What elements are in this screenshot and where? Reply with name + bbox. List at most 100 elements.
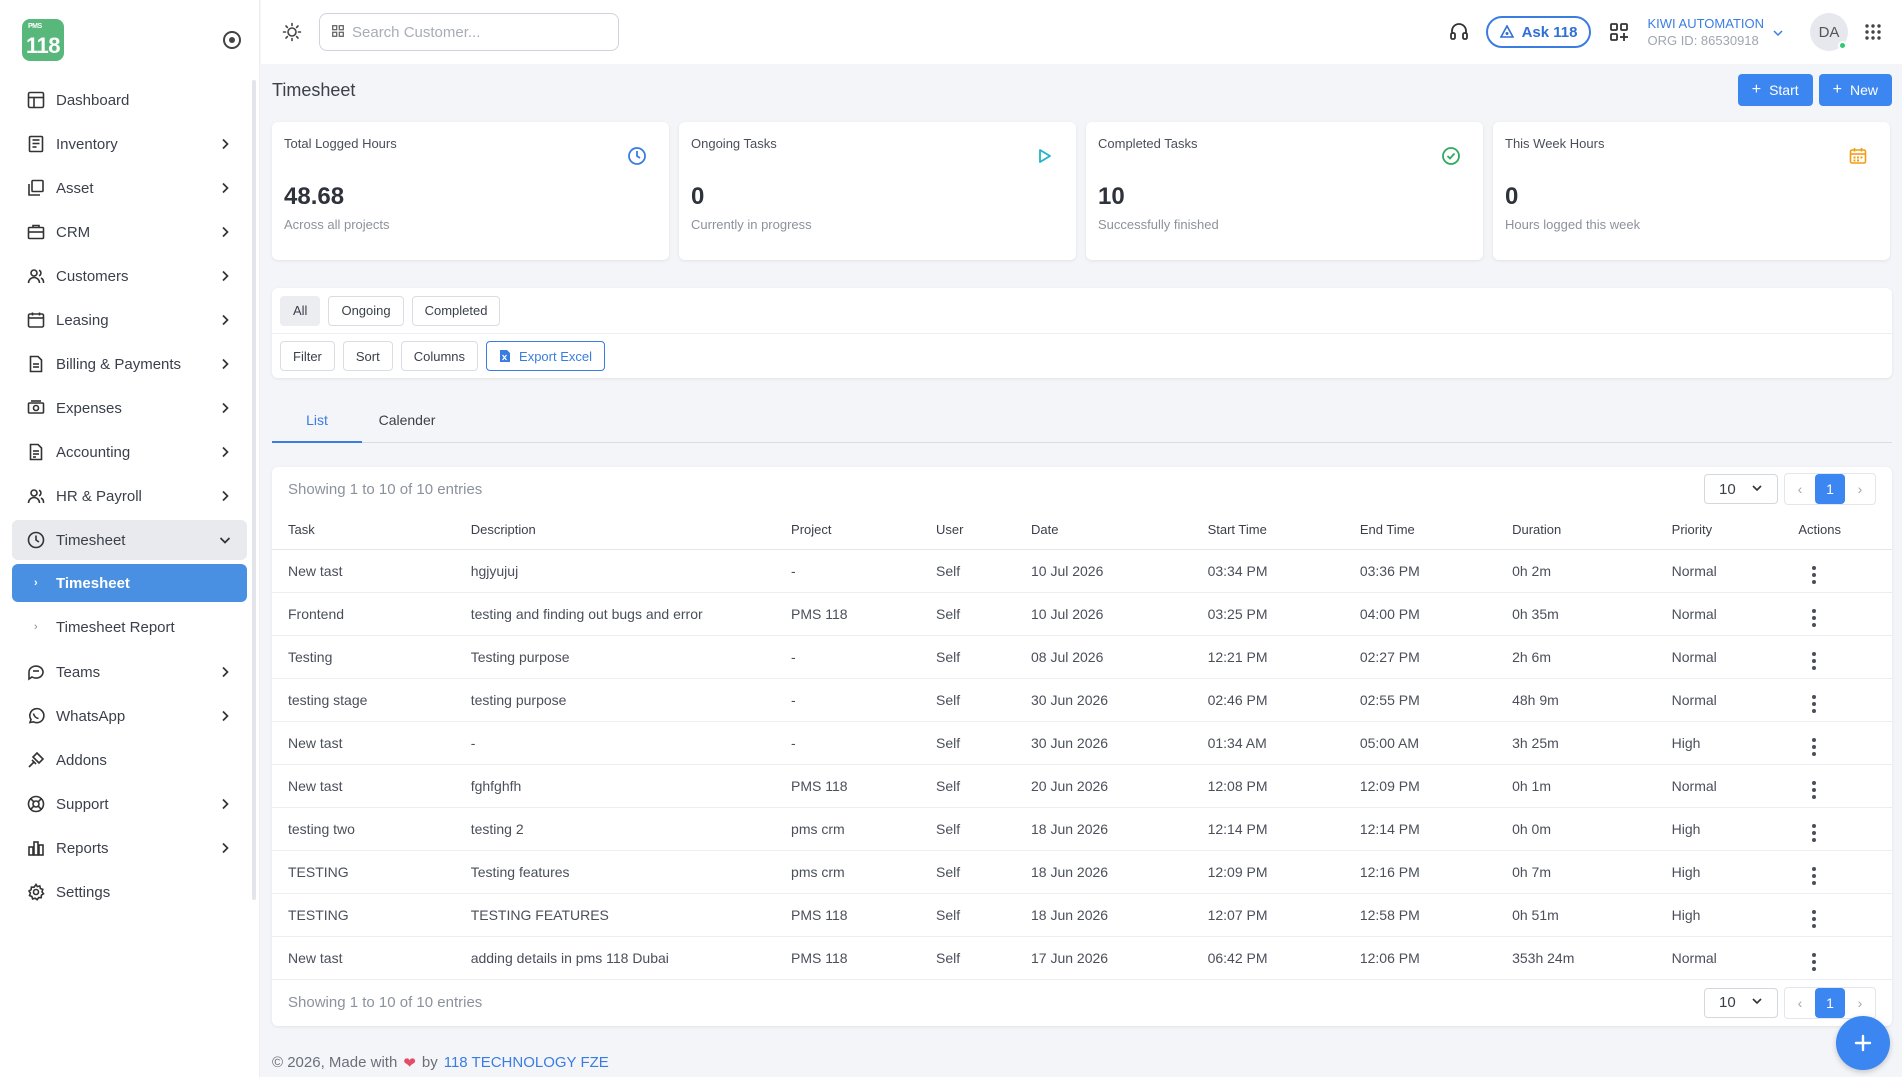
teams-icon	[26, 662, 46, 682]
table-row[interactable]: TESTING Testing features pms crm Self 18 Jun…	[272, 850, 1892, 894]
export-excel-button[interactable]: Export Excel	[486, 341, 606, 371]
cell-priority: Normal	[1655, 549, 1783, 593]
sidebar-item-billing-and-payments[interactable]: Billing & Payments	[12, 344, 247, 384]
sidebar-item-inventory[interactable]: Inventory	[12, 124, 247, 164]
more-actions-icon[interactable]	[1812, 781, 1817, 799]
filter-chip-completed[interactable]: Completed	[411, 295, 501, 326]
more-actions-icon[interactable]	[1812, 953, 1817, 971]
sidebar-scrollbar[interactable]	[252, 80, 256, 900]
tab-list[interactable]: List	[272, 406, 362, 443]
table-row[interactable]: Testing Testing purpose - Self 08 Jul 2026 12…	[272, 635, 1892, 679]
search-box[interactable]	[319, 13, 619, 51]
apps-grid-icon[interactable]	[1864, 23, 1882, 41]
new-button[interactable]: + New	[1818, 74, 1892, 106]
sidebar-item-leasing[interactable]: Leasing	[12, 300, 247, 340]
column-header-description[interactable]: Description	[454, 511, 776, 550]
column-header-user[interactable]: User	[919, 511, 1015, 550]
chevron-right-icon	[217, 268, 233, 284]
sidebar-subitem-timesheet-report[interactable]: › Timesheet Report	[12, 608, 247, 646]
prev-page-icon[interactable]: ‹	[1785, 988, 1815, 1018]
org-switcher[interactable]: KIWI AUTOMATION ORG ID: 86530918	[1647, 16, 1764, 48]
column-header-start-time[interactable]: Start Time	[1191, 511, 1344, 550]
columns-button[interactable]: Columns	[400, 341, 479, 371]
sidebar-item-accounting[interactable]: Accounting	[12, 432, 247, 472]
floating-add-button[interactable]	[1836, 1016, 1890, 1070]
more-actions-icon[interactable]	[1812, 824, 1817, 842]
sidebar-item-settings[interactable]: Settings	[12, 872, 247, 912]
sort-button[interactable]: Sort	[342, 341, 393, 371]
more-actions-icon[interactable]	[1812, 566, 1817, 584]
sidebar-item-customers[interactable]: Customers	[12, 256, 247, 296]
filter-chip-ongoing[interactable]: Ongoing	[328, 295, 404, 326]
table-row[interactable]: testing stage testing purpose - Self 30 Jun …	[272, 678, 1892, 722]
more-actions-icon[interactable]	[1812, 910, 1817, 928]
footer-brand-link[interactable]: 118 TECHNOLOGY FZE	[444, 1054, 609, 1071]
sidebar-item-whatsapp[interactable]: WhatsApp	[12, 696, 247, 736]
cell-actions	[1782, 764, 1892, 808]
column-header-priority[interactable]: Priority	[1655, 511, 1783, 550]
filter-chip-all[interactable]: All	[280, 295, 321, 326]
sidebar-item-dashboard[interactable]: Dashboard	[12, 80, 247, 120]
column-header-duration[interactable]: Duration	[1496, 511, 1656, 550]
sidebar-item-reports[interactable]: Reports	[12, 828, 247, 868]
column-header-task[interactable]: Task	[272, 511, 455, 550]
more-actions-icon[interactable]	[1812, 609, 1817, 627]
cell-project: PMS 118	[775, 592, 920, 636]
table-row[interactable]: Frontend testing and finding out bugs and…	[272, 592, 1892, 636]
prev-page-icon[interactable]: ‹	[1785, 474, 1815, 504]
page-number-button[interactable]: 1	[1815, 474, 1845, 504]
sidebar-item-addons[interactable]: Addons	[12, 740, 247, 780]
filter-button[interactable]: Filter	[280, 341, 335, 371]
more-actions-icon[interactable]	[1812, 695, 1817, 713]
sidebar-item-expenses[interactable]: Expenses	[12, 388, 247, 428]
chevron-down-icon[interactable]	[1772, 26, 1784, 38]
cell-user: Self	[919, 807, 1015, 851]
page-number-button[interactable]: 1	[1815, 987, 1845, 1018]
quick-actions-icon[interactable]	[1609, 22, 1629, 42]
sidebar-subitem-timesheet[interactable]: › Timesheet	[12, 564, 247, 602]
ask-118-button[interactable]: Ask 118	[1485, 16, 1592, 48]
sidebar-nav: Dashboard Inventory Asset CRM Customers Leasi…	[0, 80, 259, 912]
sidebar-subitem-label: Timesheet Report	[56, 618, 175, 636]
search-input[interactable]	[352, 23, 592, 41]
page-size-select[interactable]: 10	[1704, 474, 1778, 504]
table-row[interactable]: New tast - - Self 30 Jun 2026 01:34 AM 05:00 A…	[272, 721, 1892, 765]
sidebar-item-support[interactable]: Support	[12, 784, 247, 824]
cell-duration: 0h 51m	[1496, 893, 1656, 937]
chevron-right-icon	[217, 136, 233, 152]
sidebar-toggle-icon[interactable]	[223, 31, 241, 49]
column-header-end-time[interactable]: End Time	[1343, 511, 1497, 550]
cell-project: -	[775, 635, 920, 679]
table-row[interactable]: New tast fghfghfh PMS 118 Self 20 Jun 2026 12…	[272, 764, 1892, 808]
logo[interactable]: PMS 118	[22, 19, 64, 61]
page-size-select-bottom[interactable]: 10	[1704, 987, 1778, 1018]
column-header-date[interactable]: Date	[1014, 511, 1192, 550]
column-header-actions[interactable]: Actions	[1782, 511, 1892, 550]
tab-calender[interactable]: Calender	[362, 406, 452, 442]
table-row[interactable]: New tast hgjyujuj - Self 10 Jul 2026 03:34 PM…	[272, 549, 1892, 593]
table-row[interactable]: TESTING TESTING FEATURES PMS 118 Self 18 Jun…	[272, 893, 1892, 937]
table-row[interactable]: New tast adding details in pms 118 Dubai P…	[272, 936, 1892, 980]
more-actions-icon[interactable]	[1812, 652, 1817, 670]
logo-small-text: PMS	[28, 23, 42, 30]
cell-duration: 353h 24m	[1496, 936, 1656, 980]
next-page-icon[interactable]: ›	[1845, 988, 1875, 1018]
main-content: Timesheet + Start + New Total Logged Hours…	[272, 64, 1892, 1072]
chevron-right-icon	[217, 224, 233, 240]
theme-toggle-icon[interactable]	[281, 21, 303, 43]
cell-duration: 0h 0m	[1496, 807, 1656, 851]
avatar[interactable]: DA	[1810, 13, 1848, 51]
table-row[interactable]: testing two testing 2 pms crm Self 18 Jun 20…	[272, 807, 1892, 851]
stat-cards: Total Logged Hours 48.68 Across all projec…	[272, 122, 1892, 260]
headset-icon[interactable]	[1448, 21, 1470, 43]
next-page-icon[interactable]: ›	[1845, 474, 1875, 504]
more-actions-icon[interactable]	[1812, 867, 1817, 885]
sidebar-item-crm[interactable]: CRM	[12, 212, 247, 252]
sidebar-item-hr-and-payroll[interactable]: HR & Payroll	[12, 476, 247, 516]
sidebar-item-teams[interactable]: Teams	[12, 652, 247, 692]
sidebar-item-timesheet[interactable]: Timesheet	[12, 520, 247, 560]
start-button[interactable]: + Start	[1737, 74, 1813, 106]
column-header-project[interactable]: Project	[775, 511, 920, 550]
more-actions-icon[interactable]	[1812, 738, 1817, 756]
sidebar-item-asset[interactable]: Asset	[12, 168, 247, 208]
